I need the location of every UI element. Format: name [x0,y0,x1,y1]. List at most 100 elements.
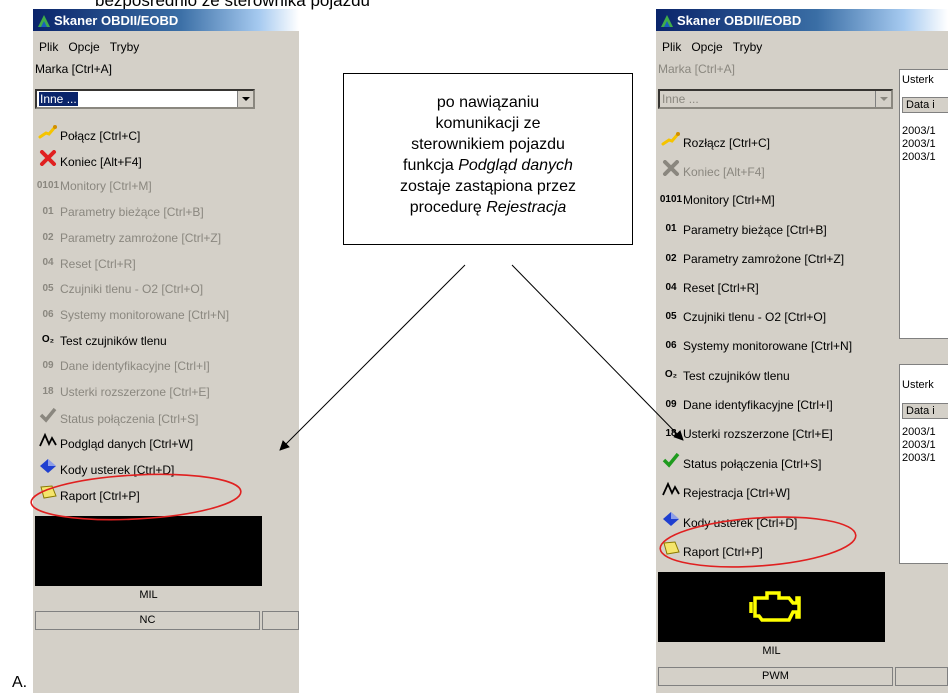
command-item[interactable]: 09 Dane identyfikacyjne [Ctrl+I] [659,394,832,414]
menu-tryby[interactable]: Tryby [110,40,140,54]
menu-plik[interactable]: Plik [39,40,58,54]
callout-emphasis: Rejestracja [486,199,567,216]
command-item[interactable]: Status połączenia [Ctrl+S] [659,452,821,472]
command-item: 0101Monitory [Ctrl+M] [36,175,152,195]
menu-tryby[interactable]: Tryby [733,40,763,54]
num-09-icon: 09 [665,398,677,410]
command-label: Test czujników tlenu [683,368,790,383]
command-item[interactable]: 18 Usterki rozszerzone [Ctrl+E] [659,423,833,443]
callout-line: sterownikiem pojazdu [411,136,565,153]
date-column-header[interactable]: Data i [902,97,948,113]
menu-opcje[interactable]: Opcje [691,40,722,54]
num-05-icon: 05 [665,311,677,323]
menu-bar: Plik Opcje Tryby [656,37,766,57]
command-item[interactable]: 0101Monitory [Ctrl+M] [659,189,775,209]
command-label: Parametry bieżące [Ctrl+B] [683,222,827,237]
command-item[interactable]: 05 Czujniki tlenu - O2 [Ctrl+O] [659,306,826,326]
monitors-icon: 0101 [659,194,683,206]
num-04-icon: 04 [665,281,677,293]
command-item[interactable]: Kody usterek [Ctrl+D] [36,458,174,478]
num-02-icon: 02 [42,231,54,243]
checkmark-icon [36,407,60,431]
command-item[interactable]: O₂ Test czujników tlenu [36,330,167,350]
title-bar: Skaner OBDII/EOBD [33,9,299,31]
marka-combo[interactable]: Inne ... [35,89,255,109]
command-item[interactable]: 06 Systemy monitorowane [Ctrl+N] [659,335,852,355]
report-icon [36,484,60,508]
command-label: Koniec [Alt+F4] [683,165,765,180]
command-item[interactable]: 02 Parametry zamrożone [Ctrl+Z] [659,248,844,268]
checkmark-icon [659,452,683,476]
command-label: Kody usterek [Ctrl+D] [683,515,798,530]
connect-icon [36,124,60,148]
num-06-icon: 06 [665,340,677,352]
table-row[interactable]: 2003/1 [902,125,936,137]
command-item[interactable]: Rejestracja [Ctrl+W] [659,481,790,501]
o2-icon: O₂ [41,334,55,346]
menu-plik[interactable]: Plik [662,40,681,54]
command-label: Koniec [Alt+F4] [60,154,142,169]
command-item[interactable]: 04 Reset [Ctrl+R] [659,277,759,297]
command-label: Systemy monitorowane [Ctrl+N] [60,307,230,322]
num-09-icon: 09 [42,360,54,372]
callout-text: funkcja [403,157,459,174]
num-01-icon: 01 [665,223,677,235]
scanner-window-right: Skaner OBDII/EOBD Plik Opcje Tryby Marka [… [656,9,948,693]
command-item[interactable]: Podgląd danych [Ctrl+W] [36,432,193,452]
command-item: 06 Systemy monitorowane [Ctrl+N] [36,304,229,324]
command-label: Monitory [Ctrl+M] [60,179,152,194]
command-label: Raport [Ctrl+P] [60,488,140,503]
command-item[interactable]: Kody usterek [Ctrl+D] [659,511,797,531]
arrow-left [279,264,466,451]
command-item[interactable]: Koniec [Alt+F4] [36,149,142,170]
table-row[interactable]: 2003/1 [902,151,936,163]
title-bar: Skaner OBDII/EOBD [656,9,948,31]
status-cell-extra [895,667,948,686]
command-item: Koniec [Alt+F4] [659,160,765,180]
command-item: 04 Reset [Ctrl+R] [36,253,135,273]
command-item[interactable]: Raport [Ctrl+P] [659,540,763,560]
monitors-icon: 0101 [36,180,60,192]
command-label: Status połączenia [Ctrl+S] [60,411,199,426]
callout-line: komunikacji ze [435,115,541,132]
num-01-icon: 01 [42,205,54,217]
table-row[interactable]: 2003/1 [902,426,936,438]
panel-header: Usterk [902,379,934,391]
command-label: Czujniki tlenu - O2 [Ctrl+O] [683,310,827,325]
command-item[interactable]: Raport [Ctrl+P] [36,484,140,504]
command-label: Reset [Ctrl+R] [683,280,759,295]
chevron-down-icon[interactable] [237,91,253,107]
marka-label: Marka [Ctrl+A] [658,62,736,76]
menu-opcje[interactable]: Opcje [68,40,99,54]
report-icon [659,540,683,564]
mil-display [35,516,262,586]
command-label: Parametry zamrożone [Ctrl+Z] [683,251,845,266]
num-05-icon: 05 [42,283,54,295]
command-label: Usterki rozszerzone [Ctrl+E] [683,426,833,441]
command-item[interactable]: 01 Parametry bieżące [Ctrl+B] [659,219,827,239]
status-cell: PWM [658,667,893,686]
command-item[interactable]: Rozłącz [Ctrl+C] [659,131,770,151]
command-label: Podgląd danych [Ctrl+W] [60,437,194,452]
command-item[interactable]: Połącz [Ctrl+C] [36,124,140,144]
diamond-icon [659,511,683,535]
callout-line: po nawiązaniu [436,94,540,111]
figure-letter: A. [12,674,28,691]
table-row[interactable]: 2003/1 [902,138,936,150]
callout-line: funkcja Podgląd danych [344,155,632,176]
command-item[interactable]: O₂ Test czujników tlenu [659,365,790,385]
command-label: Dane identyfikacyjne [Ctrl+I] [60,359,210,374]
table-row[interactable]: 2003/1 [902,452,936,464]
callout-box: po nawiązaniu komunikacji ze sterownikie… [343,73,633,245]
callout-line: procedurę Rejestracja [344,197,632,218]
close-icon [659,160,683,184]
table-row[interactable]: 2003/1 [902,439,936,451]
window-title: Skaner OBDII/EOBD [677,12,802,28]
command-item: Status połączenia [Ctrl+S] [36,407,198,427]
command-label: Rozłącz [Ctrl+C] [683,136,771,150]
num-04-icon: 04 [42,257,54,269]
num-02-icon: 02 [665,252,677,264]
date-column-header[interactable]: Data i [902,403,948,419]
command-label: Czujniki tlenu - O2 [Ctrl+O] [60,282,204,297]
app-icon [661,14,673,27]
